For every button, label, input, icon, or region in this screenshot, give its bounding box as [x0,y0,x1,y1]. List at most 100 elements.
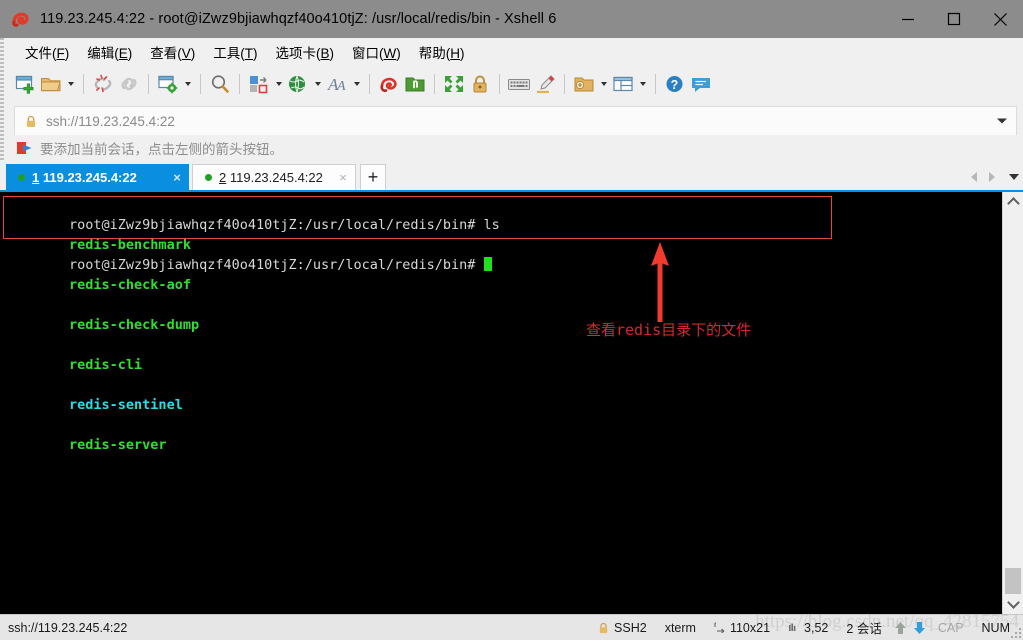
tab-session-1[interactable]: 1 119.23.245.4:22 × [6,164,189,190]
disconnect-icon[interactable] [90,71,116,97]
menu-label-edit: 编辑 [87,46,115,61]
red-up-arrow-annotation [645,242,675,328]
toolbar-separator [369,74,370,94]
menu-accel-tools: T [244,46,254,61]
new-session-icon[interactable] [12,71,38,97]
terminal-prompt-current: root@iZwz9bjiawhqzf40o410tjZ:/usr/local/… [69,257,484,273]
connect-icon[interactable] [116,71,142,97]
menu-accel-window: W [383,46,397,61]
fullscreen-icon[interactable] [441,71,467,97]
terminal-size-icon [714,622,725,633]
file-redis-sentinel: redis-sentinel [69,397,183,413]
add-folder-icon[interactable] [571,71,597,97]
chevron-left-icon[interactable] [965,167,983,187]
menu-item-tabs[interactable]: 选项卡(B) [267,39,344,65]
open-folder-dropdown-icon[interactable] [64,71,77,97]
file-transfer-dropdown-icon[interactable] [272,71,285,97]
web-browser-dropdown-icon[interactable] [311,71,324,97]
toolbar-separator [239,74,240,94]
address-input[interactable]: ssh://119.23.245.4:22 [46,114,175,129]
lock-icon[interactable] [467,71,493,97]
toolbar-separator [564,74,565,94]
arrow-up-icon [894,621,907,635]
maximize-button[interactable] [931,0,977,38]
spiral-icon[interactable] [376,71,402,97]
status-connection: ssh://119.23.245.4:22 [8,620,128,635]
chevron-up-icon [1006,197,1020,210]
cursor-position-icon [788,622,799,633]
toolbar-separator [499,74,500,94]
highlighter-icon[interactable] [532,71,558,97]
keyboard-icon[interactable] [506,71,532,97]
resize-grip[interactable] [1011,628,1021,638]
annotation-text: 查看redis目录下的文件 [586,321,752,339]
tab-index-2: 2 [219,170,227,185]
web-browser-icon[interactable] [285,71,311,97]
open-folder-icon[interactable] [38,71,64,97]
file-transfer-icon[interactable] [246,71,272,97]
file-redis-server: redis-server [69,437,167,453]
status-bar: https://blog.csdn.net/qq_42815754 ssh://… [0,611,1023,640]
status-transfer-cell [891,621,929,635]
session-properties-dropdown-icon[interactable] [181,71,194,97]
font-icon[interactable]: A A [324,71,350,97]
address-bar[interactable]: ssh://119.23.245.4:22 [14,106,1017,135]
chevron-right-icon[interactable] [983,167,1001,187]
tab-close-button-2[interactable]: × [337,170,349,185]
menu-item-help[interactable]: 帮助(H) [410,39,474,65]
scrollbar-track[interactable] [1003,212,1023,594]
status-cursor-label: 3,52 [804,620,829,635]
menu-label-tabs: 选项卡 [275,46,317,61]
window-controls [885,0,1023,38]
toolbar-separator [148,74,149,94]
tab-list-chevron-down-icon[interactable] [1001,167,1019,187]
tab-status-indicator-icon [205,174,212,181]
status-right-group: SSH2 xterm 110x21 3,52 2 会话 CAP NUM [589,615,1019,640]
menu-item-tools[interactable]: 工具(T) [204,39,266,65]
menu-accel-tabs: B [320,46,330,61]
tab-navigation [965,167,1019,187]
status-caps-lock: CAP [937,620,964,635]
font-dropdown-icon[interactable] [350,71,363,97]
session-properties-icon[interactable] [155,71,181,97]
file-redis-cli: redis-cli [69,357,143,373]
chat-icon[interactable] [688,71,714,97]
new-tab-button[interactable]: + [360,164,386,190]
chevron-down-icon[interactable] [997,118,1007,124]
close-button[interactable] [977,0,1023,38]
menu-item-window[interactable]: 窗口(W) [343,39,410,65]
menu-item-file[interactable]: 文件(F) [16,39,78,65]
status-size-cell: 110x21 [705,621,779,635]
padlock-icon [25,115,37,128]
scroll-down-button[interactable] [1003,594,1023,614]
terminal-screen[interactable]: root@iZwz9bjiawhqzf40o410tjZ:/usr/local/… [0,192,1002,614]
file-redis-check-dump: redis-check-dump [69,317,200,333]
tab-title-1: 119.23.245.4:22 [42,169,137,185]
status-protocol-label: SSH2 [614,620,647,635]
tab-session-2[interactable]: 2 119.23.245.4:22 × [192,164,356,190]
file-redis-check-aof: redis-check-aof [69,277,191,293]
find-icon[interactable] [207,71,233,97]
minimize-button[interactable] [885,0,931,38]
layout-icon[interactable] [610,71,636,97]
status-protocol-cell: SSH2 [589,621,656,635]
tab-close-button-1[interactable]: × [171,170,183,185]
terminal-scrollbar[interactable] [1002,192,1023,614]
menu-item-edit[interactable]: 编辑(E) [78,39,141,65]
scroll-up-button[interactable] [1003,192,1023,212]
menu-accel-file: F [56,46,65,61]
terminal-line-1: root@iZwz9bjiawhqzf40o410tjZ:/usr/local/… [4,195,1002,233]
menu-item-view[interactable]: 查看(V) [141,39,204,65]
help-icon[interactable]: ? [662,71,688,97]
scrollbar-thumb[interactable] [1005,568,1021,594]
toolbar-separator [200,74,201,94]
menu-label-window: 窗口 [352,46,380,61]
green-folder-icon[interactable] [402,71,428,97]
toolbar: A A ? [0,66,1023,102]
layout-dropdown-icon[interactable] [636,71,649,97]
add-folder-dropdown-icon[interactable] [597,71,610,97]
tab-index-1: 1 [32,169,40,185]
